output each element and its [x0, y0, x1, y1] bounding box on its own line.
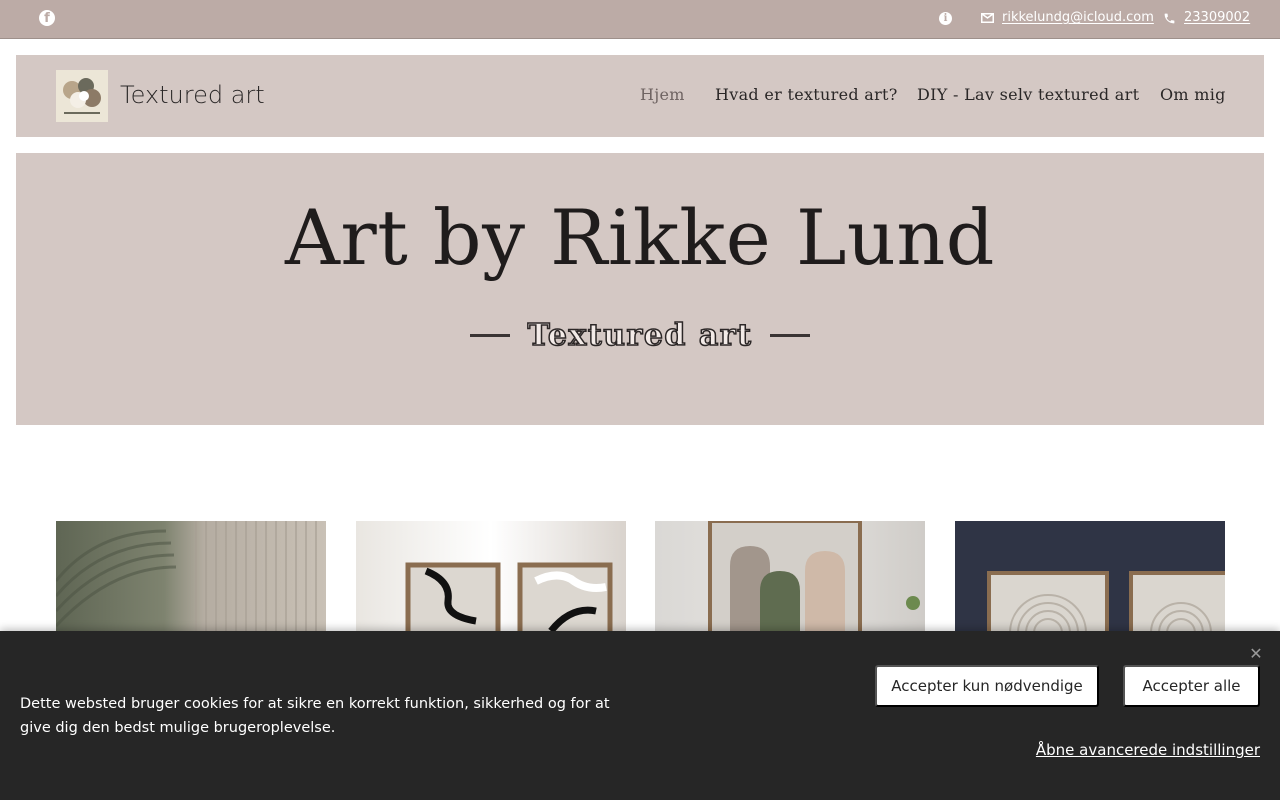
gallery-image-4[interactable] — [955, 521, 1225, 631]
nav-item-diy[interactable]: DIY - Lav selv textured art — [917, 85, 1139, 104]
facebook-icon[interactable]: f — [39, 10, 55, 26]
gallery-artwork-2 — [405, 562, 613, 631]
close-icon[interactable]: ✕ — [1249, 646, 1263, 662]
subtitle-divider-left — [469, 333, 510, 337]
gallery-image-2[interactable] — [356, 521, 626, 631]
cookie-banner: ✕ Dette websted bruger cookies for at si… — [0, 631, 1280, 800]
gallery-artwork-3 — [708, 521, 920, 631]
advanced-settings-link[interactable]: Åbne avancerede indstillinger — [1036, 741, 1260, 759]
site-header: Textured art Hjem Hvad er textured art? … — [16, 55, 1264, 137]
cookie-message: Dette websted bruger cookies for at sikr… — [20, 696, 610, 736]
nav-item-home[interactable]: Hjem — [640, 85, 685, 104]
top-bar: f i rikkelundg@icloud.com 23309002 — [0, 0, 1280, 39]
mail-icon — [981, 13, 994, 23]
hero-banner: Art by Rikke Lund Textured art — [16, 153, 1264, 425]
hero-subtitle: Textured art — [527, 317, 753, 354]
site-name[interactable]: Textured art — [120, 81, 265, 109]
gallery-artwork-1 — [56, 521, 317, 631]
gallery-artwork-4 — [955, 521, 1225, 631]
hero-subtitle-row: Textured art — [16, 315, 1264, 355]
phone-icon — [1164, 13, 1175, 24]
gallery-image-3[interactable] — [655, 521, 925, 631]
nav-item-about[interactable]: Om mig — [1160, 85, 1226, 104]
accept-all-button[interactable]: Accepter alle — [1123, 665, 1260, 707]
subtitle-divider-right — [770, 333, 811, 337]
hero-title: Art by Rikke Lund — [285, 193, 995, 282]
logo-image — [56, 70, 108, 122]
accept-necessary-button[interactable]: Accepter kun nødvendige — [875, 665, 1099, 707]
email-link[interactable]: rikkelundg@icloud.com — [1002, 10, 1154, 25]
phone-link[interactable]: 23309002 — [1184, 10, 1250, 25]
info-icon[interactable]: i — [939, 12, 952, 25]
site-logo[interactable] — [56, 70, 108, 122]
gallery-image-1[interactable] — [56, 521, 326, 631]
nav-item-what-is-textured-art[interactable]: Hvad er textured art? — [715, 85, 898, 104]
